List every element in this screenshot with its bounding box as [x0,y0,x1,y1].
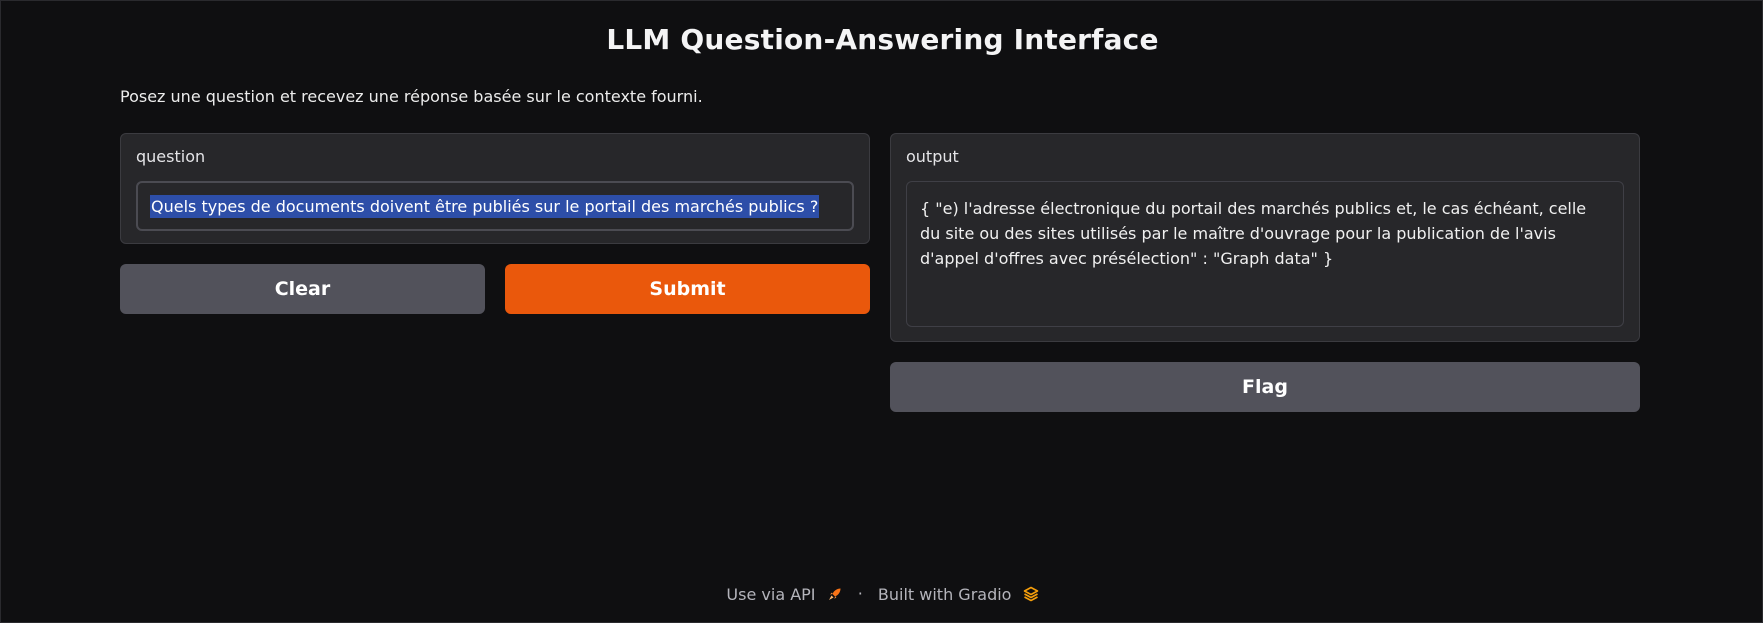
use-via-api-link[interactable]: Use via API [726,584,847,604]
flag-button[interactable]: Flag [890,362,1640,412]
app-frame: LLM Question-Answering Interface Posez u… [0,0,1763,623]
submit-button[interactable]: Submit [505,264,870,314]
page-title: LLM Question-Answering Interface [606,23,1159,56]
built-with-gradio-link[interactable]: Built with Gradio [878,584,1039,604]
question-label: question [136,147,206,166]
question-input-value[interactable]: Quels types de documents doivent être pu… [150,194,820,218]
built-with-gradio-label[interactable]: Built with Gradio [878,585,1012,604]
footer-separator: · [857,584,863,603]
gradio-logo-icon [1023,586,1038,602]
question-input[interactable]: Quels types de documents doivent être pu… [136,181,854,231]
question-panel: question Quels types de documents doiven… [120,133,870,244]
footer: Use via API · Built with Gradio [1,583,1763,604]
output-label: output [906,147,959,166]
output-textbox[interactable]: { "e) l'adresse électronique du portail … [906,181,1624,327]
clear-button[interactable]: Clear [120,264,485,314]
page-description: Posez une question et recevez une répons… [120,87,703,106]
use-via-api-label[interactable]: Use via API [726,585,815,604]
output-panel: output { "e) l'adresse électronique du p… [890,133,1640,342]
rocket-icon [828,588,841,600]
